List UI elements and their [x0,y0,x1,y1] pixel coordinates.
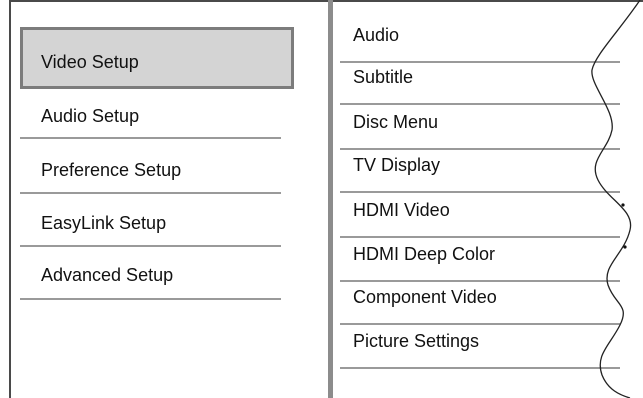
menu-item-label: Advanced Setup [41,265,174,285]
menu-item-easylink-setup[interactable]: EasyLink Setup [20,213,300,263]
menu-item-label: Preference Setup [41,160,182,180]
bullet-dot-icon [623,245,627,249]
menu-item-label: Video Setup [41,52,139,72]
menu-separator [20,192,281,194]
curve-path [591,0,641,398]
torn-edge-curve [591,0,641,398]
setup-category-menu: Video Setup Audio Setup Preference Setup… [20,0,300,398]
bullet-dot-icon [621,203,625,207]
menu-item-label: EasyLink Setup [41,213,167,233]
panel-divider [328,0,333,398]
menu-item-preference-setup[interactable]: Preference Setup [20,160,300,210]
menu-separator [20,298,281,300]
menu-separator [20,137,281,139]
menu-item-label: Audio Setup [41,106,140,126]
menu-item-advanced-setup[interactable]: Advanced Setup [20,265,300,315]
frame-left-border [9,0,11,398]
menu-item-audio-setup[interactable]: Audio Setup [20,104,300,154]
menu-separator [20,245,281,247]
menu-item-video-setup[interactable]: Video Setup [20,27,294,89]
video-setup-options: Audio Subtitle Disc Menu TV Display HDMI… [340,0,643,398]
